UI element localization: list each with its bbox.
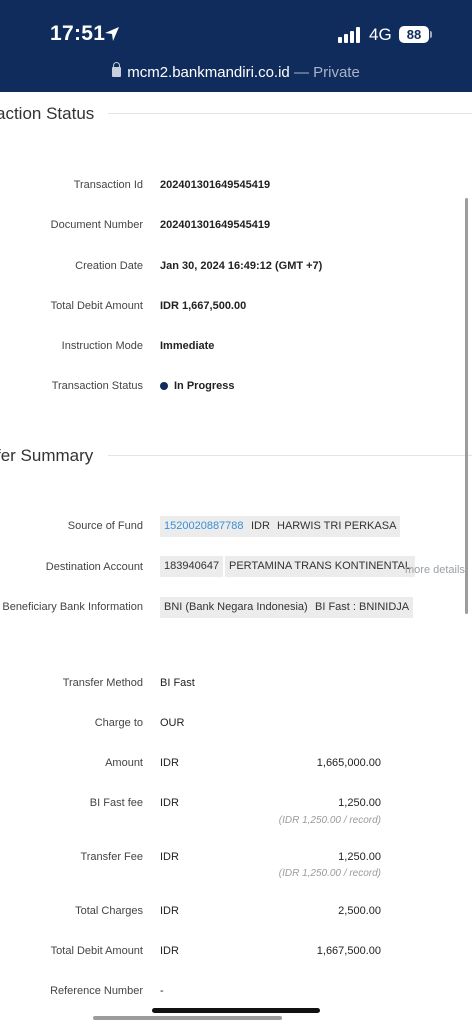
battery-icon: 88	[399, 26, 429, 43]
value-amount: 1,665,000.00	[316, 757, 381, 769]
battery-tip	[430, 31, 432, 38]
address-bar[interactable]: mcm2.bankmandiri.co.id — Private	[0, 62, 472, 81]
value-total-charges: 2,500.00	[338, 905, 381, 917]
horizontal-scrollbar[interactable]	[93, 1016, 282, 1020]
beneficiary-bank-name: BNI (Bank Negara Indonesia)	[160, 597, 312, 618]
value-transfer-method: BI Fast	[160, 677, 195, 689]
label-beneficiary-bank: Beneficiary Bank Information	[2, 601, 143, 613]
value-transaction-id: 202401301649545419	[160, 179, 271, 191]
source-account-link[interactable]: 1520020887788	[160, 516, 248, 537]
value-document-number: 202401301649545419	[160, 219, 271, 231]
section-title-transaction-status: action Status	[0, 104, 95, 123]
vertical-scrollbar[interactable]	[465, 198, 468, 614]
value-transfer-fee: 1,250.00	[338, 851, 381, 863]
source-account-name: HARWIS TRI PERKASA	[273, 516, 401, 537]
value-creation-date: Jan 30, 2024 16:49:12 (GMT +7)	[160, 260, 323, 272]
status-dot-icon	[160, 382, 168, 390]
private-label: — Private	[293, 64, 360, 81]
home-indicator[interactable]	[152, 1008, 320, 1013]
section-divider	[108, 113, 472, 114]
label-transfer-fee: Transfer Fee	[80, 851, 143, 863]
currency-total-debit: IDR	[160, 945, 179, 957]
section-divider	[108, 455, 472, 456]
value-instruction-mode: Immediate	[160, 340, 215, 352]
status-text: In Progress	[174, 380, 235, 392]
value-bi-fast-fee: 1,250.00	[338, 797, 381, 809]
destination-account-name: PERTAMINA TRANS KONTINENTAL	[225, 556, 415, 577]
label-total-charges: Total Charges	[75, 905, 143, 917]
browser-top-bar: 17:51 4G 88 mcm2.bankmandiri.co.id — Pri…	[0, 0, 472, 92]
label-creation-date: Creation Date	[75, 260, 143, 272]
label-amount: Amount	[105, 757, 143, 769]
value-total-debit-amount: IDR 1,667,500.00	[160, 300, 247, 312]
network-type: 4G	[369, 25, 392, 44]
currency-bi-fast-fee: IDR	[160, 797, 179, 809]
bi-fast-fee-per-record: (IDR 1,250.00 / record)	[278, 815, 381, 826]
label-instruction-mode: Instruction Mode	[61, 340, 143, 352]
currency-total-charges: IDR	[160, 905, 179, 917]
section-title-transfer-summary: fer Summary	[0, 446, 94, 465]
more-details-link[interactable]: more details	[405, 564, 465, 576]
label-transaction-status: Transaction Status	[51, 380, 143, 392]
status-badge: In Progress	[160, 380, 235, 392]
value-total-debit: 1,667,500.00	[316, 945, 381, 957]
label-source-of-fund: Source of Fund	[67, 520, 143, 532]
label-transaction-id: Transaction Id	[73, 179, 143, 191]
label-reference-number: Reference Number	[50, 985, 143, 997]
label-document-number: Document Number	[50, 219, 143, 231]
currency-transfer-fee: IDR	[160, 851, 179, 863]
value-reference-number: -	[160, 985, 164, 997]
cellular-signal-icon	[338, 27, 362, 43]
label-transfer-method: Transfer Method	[62, 677, 143, 689]
url-text: mcm2.bankmandiri.co.id	[127, 64, 290, 81]
label-destination-account: Destination Account	[45, 561, 143, 573]
currency-amount: IDR	[160, 757, 179, 769]
value-charge-to: OUR	[160, 717, 185, 729]
location-arrow-icon	[105, 27, 119, 41]
label-total-debit-amount: Total Debit Amount	[50, 300, 143, 312]
lock-icon	[112, 62, 122, 77]
destination-account-number: 183940647	[160, 556, 224, 577]
label-bi-fast-fee: BI Fast fee	[89, 797, 143, 809]
source-currency: IDR	[247, 516, 274, 537]
label-charge-to: Charge to	[94, 717, 143, 729]
label-total-debit: Total Debit Amount	[50, 945, 143, 957]
transfer-fee-per-record: (IDR 1,250.00 / record)	[278, 868, 381, 879]
status-time: 17:51	[50, 22, 106, 45]
beneficiary-bank-code: BI Fast : BNINIDJA	[311, 597, 414, 618]
